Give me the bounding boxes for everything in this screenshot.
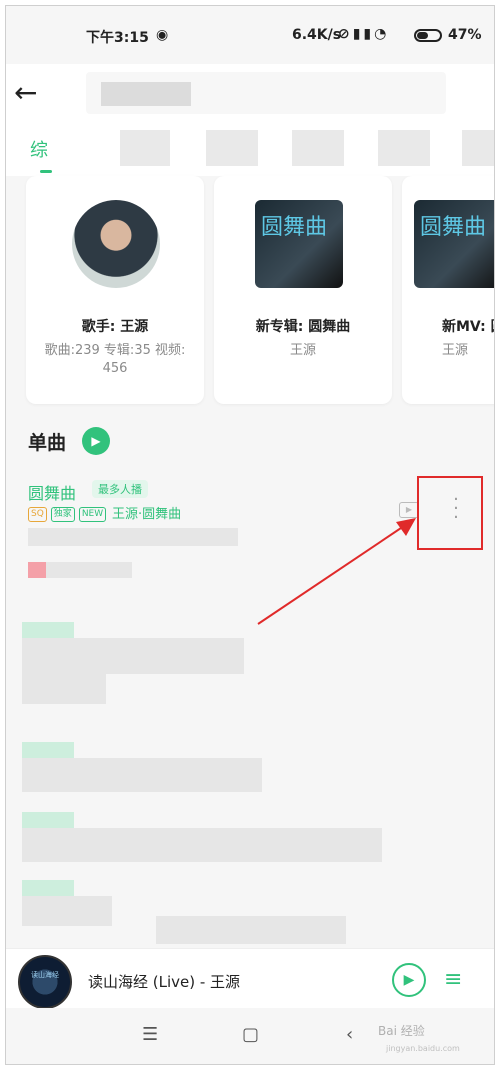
blurred-row <box>22 896 112 926</box>
sq-tag: SQ <box>28 507 47 522</box>
globe-icon: ◉ <box>156 27 169 43</box>
album-cover-text: 圆舞曲 <box>261 215 328 240</box>
blurred-row <box>22 828 382 862</box>
hot-badge: 最多人播 <box>92 480 148 498</box>
mv-card-title: 新MV: 圆 <box>442 319 494 335</box>
tab-blurred[interactable] <box>120 130 170 166</box>
artist-avatar <box>72 200 160 288</box>
artist-card-stats-2: 456 <box>102 361 128 376</box>
blurred-lyric-line <box>28 528 238 546</box>
phone-screen: 下午3:15 ◉ 6.4K/s ⊘▮▮◔ 47% ← 综 歌手: 王源 歌曲:2… <box>5 5 495 1065</box>
home-icon[interactable]: ▢ <box>242 1024 259 1045</box>
mv-cover-text: 圆舞曲 <box>420 215 487 240</box>
network-speed: 6.4K/s <box>292 27 342 43</box>
tab-comprehensive[interactable]: 综 <box>30 136 48 162</box>
blurred-row <box>22 638 244 674</box>
album-card-title: 新专辑: 圆舞曲 <box>255 319 351 335</box>
blurred-row <box>22 674 106 704</box>
exclusive-tag: 独家 <box>50 507 75 522</box>
mv-card-artist: 王源 <box>442 343 469 358</box>
signal-icons: ⊘▮▮◔ <box>338 26 390 42</box>
song-tags: SQ 独家 NEW <box>28 504 110 522</box>
play-icon[interactable]: ▶ <box>392 963 426 997</box>
album-card[interactable]: 圆舞曲 新专辑: 圆舞曲 王源 <box>214 176 392 404</box>
section-title-singles: 单曲 <box>28 432 67 454</box>
tab-indicator <box>40 170 52 173</box>
header: ← <box>6 64 494 124</box>
battery-percent: 47% <box>448 27 482 43</box>
tab-blurred[interactable] <box>292 130 344 166</box>
blurred-row <box>156 916 346 944</box>
blurred-text <box>46 562 132 578</box>
watermark-url: jingyan.baidu.com <box>386 1044 460 1053</box>
mini-player[interactable]: 读山海经 读山海经 (Live) - 王源 ▶ ≡ <box>6 948 494 1009</box>
blurred-song-title <box>22 622 74 638</box>
play-all-icon[interactable]: ▶ <box>82 427 110 455</box>
blurred-song-title <box>22 812 74 828</box>
artist-card-title: 歌手: 王源 <box>81 319 149 335</box>
album-card-artist: 王源 <box>289 343 316 358</box>
status-bar: 下午3:15 ◉ 6.4K/s ⊘▮▮◔ 47% <box>6 6 494 64</box>
status-time: 下午3:15 <box>86 30 149 46</box>
blurred-marker <box>28 562 46 578</box>
search-bar[interactable] <box>86 72 446 114</box>
mv-card[interactable]: 圆舞曲 新MV: 圆 王源 <box>402 176 494 404</box>
cover-text: 读山海经 <box>31 971 59 979</box>
tab-blurred[interactable] <box>378 130 430 166</box>
watermark-logo: Bai 经验 <box>378 1024 425 1038</box>
song-title[interactable]: 圆舞曲 <box>28 480 76 504</box>
search-text-blurred <box>101 82 191 106</box>
mv-cover: 圆舞曲 <box>414 200 494 288</box>
playlist-icon[interactable]: ≡ <box>444 967 462 992</box>
highlight-box <box>417 476 483 550</box>
back-icon[interactable]: ‹ <box>346 1024 353 1045</box>
blurred-row <box>22 758 262 792</box>
menu-icon[interactable]: ☰ <box>142 1024 158 1045</box>
back-arrow-icon[interactable]: ← <box>14 76 48 110</box>
battery-icon <box>414 29 442 42</box>
artist-card[interactable]: 歌手: 王源 歌曲:239 专辑:35 视频: 456 <box>26 176 204 404</box>
tab-bar: 综 <box>6 124 494 176</box>
blurred-song-title <box>22 742 74 758</box>
now-playing-cover[interactable]: 读山海经 <box>18 955 72 1009</box>
tab-blurred[interactable] <box>206 130 258 166</box>
artist-card-stats: 歌曲:239 专辑:35 视频: <box>44 343 186 358</box>
blurred-song-title <box>22 880 74 896</box>
tab-blurred[interactable] <box>462 130 494 166</box>
system-nav-bar: ☰ ▢ ‹ Bai 经验 jingyan.baidu.com <box>6 1008 494 1064</box>
song-artist-album: 王源·圆舞曲 <box>112 507 182 522</box>
now-playing-title[interactable]: 读山海经 (Live) - 王源 <box>88 971 240 992</box>
new-tag: NEW <box>78 507 107 522</box>
annotation-arrow <box>257 518 416 625</box>
album-cover: 圆舞曲 <box>255 200 343 288</box>
top-results-cards: 歌手: 王源 歌曲:239 专辑:35 视频: 456 圆舞曲 新专辑: 圆舞曲… <box>6 176 494 411</box>
